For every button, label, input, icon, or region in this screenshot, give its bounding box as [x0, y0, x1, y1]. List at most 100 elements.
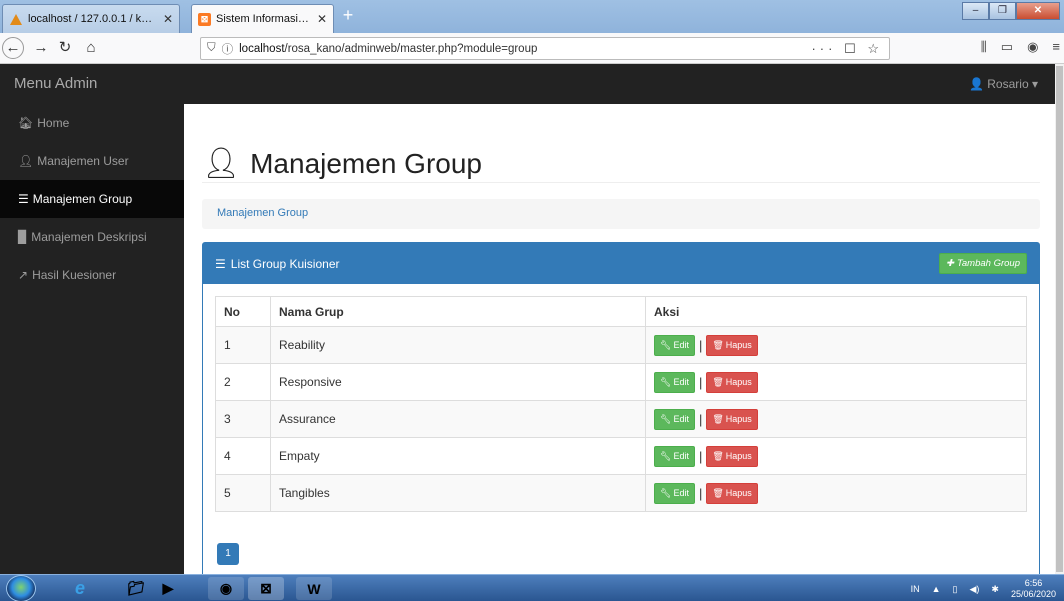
edit-button[interactable]: 🔧︎ Edit: [654, 408, 695, 430]
wrench-icon: 🔧︎: [660, 450, 672, 461]
edit-label: Edit: [673, 488, 689, 498]
trash-icon: 🗑︎: [712, 450, 724, 461]
edit-button[interactable]: 🔧︎ Edit: [654, 482, 695, 504]
library-icon[interactable]: ⫼: [981, 39, 987, 55]
close-tab-icon[interactable]: ✕: [317, 12, 327, 26]
page-scrollbar[interactable]: [1055, 64, 1064, 574]
close-window-button[interactable]: ✕: [1016, 2, 1060, 20]
volume-icon[interactable]: ◀): [969, 584, 979, 595]
battery-icon[interactable]: ▯: [953, 584, 958, 595]
new-tab-button[interactable]: +: [338, 6, 358, 26]
reload-icon[interactable]: ↻: [54, 37, 76, 59]
user-icon: 👤︎: [18, 154, 34, 168]
user-icon: 👤︎: [202, 147, 241, 180]
add-group-button[interactable]: ✚ Tambah Group: [939, 253, 1027, 274]
brand[interactable]: Menu Admin: [14, 75, 97, 92]
xampp-icon[interactable]: ⊠: [248, 577, 284, 600]
browser-tab-survey[interactable]: ⊠ Sistem Informasi Survey Kepuasan ✕: [191, 4, 334, 33]
shield-icon[interactable]: ⛉: [207, 42, 216, 55]
delete-button[interactable]: 🗑︎ Hapus: [706, 334, 758, 356]
browser-toolbar: ← → ↻ ⌂ ⛉ ⓘ localhost/rosa_kano/adminweb…: [0, 33, 1064, 64]
browser-tab-phpmyadmin[interactable]: localhost / 127.0.0.1 / kano_rosa ✕: [2, 4, 180, 33]
cell-name: Tangibles: [270, 474, 646, 512]
sidebar-item-label: Home: [37, 116, 70, 130]
clock[interactable]: 6:56 25/06/2020: [1011, 578, 1056, 600]
delete-label: Hapus: [725, 451, 752, 461]
cell-name: Assurance: [270, 400, 646, 438]
trash-icon: 🗑︎: [712, 376, 724, 387]
edit-button[interactable]: 🔧︎ Edit: [654, 334, 695, 356]
list-icon: ☰: [215, 256, 226, 271]
windows-taskbar: e 📁︎ ▶ ◉ ⊠ W IN ▲ ▯ ◀) ✱ 6:56 25/06/2020: [0, 574, 1064, 601]
sidebar-item-home[interactable]: 🏠︎ Home: [0, 104, 184, 142]
delete-label: Hapus: [725, 377, 752, 387]
back-arrow-icon[interactable]: ←: [2, 37, 24, 59]
tray-arrow-icon[interactable]: ▲: [932, 584, 941, 594]
delete-button[interactable]: 🗑︎ Hapus: [706, 408, 758, 430]
sidebar: 🏠︎ Home 👤︎ Manajemen User ☰ Manajemen Gr…: [0, 104, 184, 574]
edit-button[interactable]: 🔧︎ Edit: [654, 445, 695, 467]
scroll-thumb[interactable]: [1056, 66, 1063, 572]
url-text[interactable]: localhost/rosa_kano/adminweb/master.php?…: [239, 43, 805, 55]
breadcrumb-item[interactable]: Manajemen Group: [217, 207, 308, 219]
caret-down-icon: ▾: [1031, 77, 1038, 91]
cell-no: 2: [215, 363, 271, 401]
page-title-text: Manajemen Group: [250, 147, 482, 179]
info-icon[interactable]: ⓘ: [222, 41, 234, 57]
system-tray: IN ▲ ▯ ◀) ✱ 6:56 25/06/2020: [911, 578, 1056, 600]
action-separator: |: [698, 411, 703, 427]
sidebar-item-group[interactable]: ☰ Manajemen Group: [0, 180, 184, 218]
wrench-icon: 🔧︎: [660, 487, 672, 498]
sidebar-icon[interactable]: ▭: [1001, 39, 1013, 55]
trash-icon: 🗑︎: [712, 413, 724, 424]
panel-title: List Group Kuisioner: [230, 256, 340, 271]
url-bar[interactable]: ⛉ ⓘ localhost/rosa_kano/adminweb/master.…: [200, 37, 890, 60]
browser-tab-bar: localhost / 127.0.0.1 / kano_rosa ✕ ⊠ Si…: [0, 0, 1064, 33]
action-separator: |: [698, 337, 703, 353]
clock-date: 25/06/2020: [1010, 589, 1056, 599]
forward-arrow-icon[interactable]: →: [30, 37, 52, 59]
delete-button[interactable]: 🗑︎ Hapus: [706, 482, 758, 504]
start-button[interactable]: [6, 575, 36, 601]
firefox-icon[interactable]: ◉: [208, 577, 244, 600]
list-icon: ☰: [18, 192, 29, 206]
sidebar-item-hasil[interactable]: ↗ Hasil Kuesioner: [0, 256, 184, 294]
cell-action: 🔧︎ Edit | 🗑︎ Hapus: [645, 474, 1027, 512]
table-row: 3 Assurance 🔧︎ Edit | 🗑︎ Hapus: [215, 400, 1027, 438]
delete-button[interactable]: 🗑︎ Hapus: [706, 445, 758, 467]
column-header-no: No: [215, 296, 271, 327]
page-title: 👤︎ Manajemen Group: [202, 146, 482, 181]
home-icon: 🏠︎: [18, 116, 34, 130]
account-icon[interactable]: ◉: [1027, 39, 1038, 55]
user-name: Rosario: [987, 77, 1029, 91]
phpmyadmin-icon: [9, 13, 23, 25]
sidebar-item-deskripsi[interactable]: ▉ Manajemen Deskripsi: [0, 218, 184, 256]
sidebar-item-label: Manajemen Deskripsi: [31, 230, 147, 244]
table-row: 4 Empaty 🔧︎ Edit | 🗑︎ Hapus: [215, 437, 1027, 475]
user-menu[interactable]: 👤 Rosario ▾: [969, 77, 1038, 91]
language-indicator[interactable]: IN: [911, 584, 920, 594]
sidebar-item-user[interactable]: 👤︎ Manajemen User: [0, 142, 184, 180]
sidebar-item-label: Manajemen User: [37, 154, 129, 168]
menu-icon[interactable]: ≡: [1052, 39, 1060, 55]
wrench-icon: 🔧︎: [660, 413, 672, 424]
edit-label: Edit: [673, 414, 689, 424]
home-icon[interactable]: ⌂: [80, 37, 102, 59]
folder-icon[interactable]: 📁︎: [118, 577, 154, 600]
internet-explorer-icon[interactable]: e: [62, 577, 98, 600]
media-player-icon[interactable]: ▶: [150, 577, 186, 600]
network-icon[interactable]: ✱: [991, 584, 999, 595]
word-icon[interactable]: W: [296, 577, 332, 600]
restore-button[interactable]: ❐: [989, 2, 1016, 20]
close-tab-icon[interactable]: ✕: [163, 12, 173, 26]
pagination-page-1[interactable]: 1: [217, 543, 239, 565]
divider: [202, 182, 1040, 183]
edit-button[interactable]: 🔧︎ Edit: [654, 371, 695, 393]
cell-action: 🔧︎ Edit | 🗑︎ Hapus: [645, 363, 1027, 401]
delete-button[interactable]: 🗑︎ Hapus: [706, 371, 758, 393]
edit-label: Edit: [673, 451, 689, 461]
page-actions-icon[interactable]: ··· ☐ ☆: [811, 41, 883, 57]
minimize-button[interactable]: –: [962, 2, 989, 20]
column-header-action: Aksi: [645, 296, 1027, 327]
action-separator: |: [698, 485, 703, 501]
